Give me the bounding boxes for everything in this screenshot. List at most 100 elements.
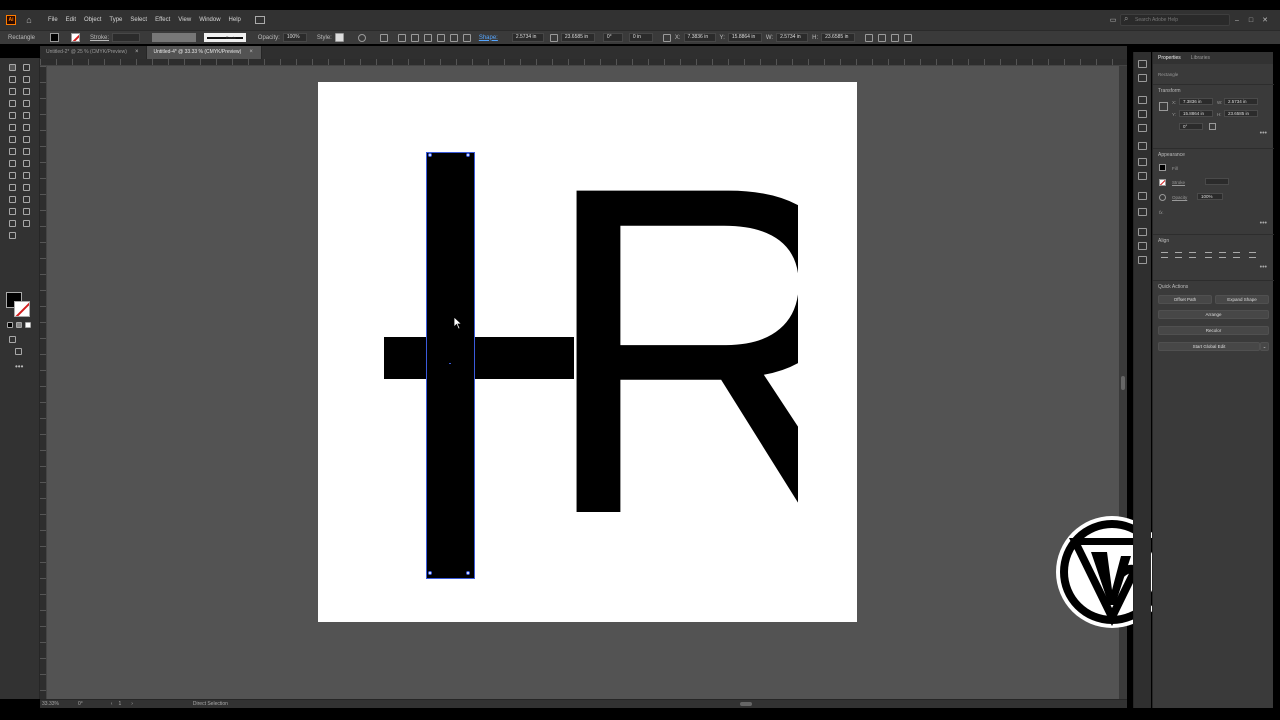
x-field[interactable]: 7.3836 in [1179,98,1213,105]
swatches-panel-icon[interactable] [1138,142,1147,150]
horizontal-ruler[interactable] [40,59,1127,66]
height-field[interactable]: 23.6585 in [821,33,856,42]
recolor-artwork-icon[interactable] [357,33,366,42]
control-menu-icon[interactable] [904,33,913,42]
select-similar-icon[interactable] [891,33,900,42]
variable-width-profile[interactable] [152,33,197,42]
pencil-tool-icon[interactable] [23,124,30,131]
selection-tool-icon[interactable] [9,64,16,71]
fill-swatch[interactable] [50,33,59,42]
align-bottom-icon[interactable] [462,33,471,42]
stroke-label[interactable]: Stroke [1172,180,1185,185]
horizontal-rectangle[interactable] [384,337,574,379]
vertical-ruler[interactable] [40,66,47,699]
transparency-panel-icon[interactable] [1138,192,1147,200]
brushes-panel-icon[interactable] [1138,96,1147,104]
prev-artboard-icon[interactable]: ‹ [111,701,113,707]
opacity-field[interactable]: 100% [1197,193,1223,200]
expand-shape-button[interactable]: Expand Shape [1215,295,1269,304]
align-left-icon[interactable] [1161,252,1168,258]
lasso-tool-icon[interactable] [23,76,30,83]
appearance-panel-icon[interactable] [1138,208,1147,216]
gradient-mode-icon[interactable] [16,322,22,328]
libraries-panel-icon[interactable] [1138,74,1147,82]
artboards-panel-icon[interactable] [1138,242,1147,250]
minimize-button[interactable]: – [1230,17,1244,24]
maximize-button[interactable]: □ [1244,17,1258,24]
anchor-point-top-right[interactable] [466,153,470,157]
letter-r-artwork[interactable]: R [538,172,798,512]
graphic-style-swatch[interactable] [334,33,344,42]
shape-builder-tool-icon[interactable] [23,160,30,167]
offset-path-button[interactable]: Offset Path [1158,295,1212,304]
rectangle-tool-icon[interactable] [9,112,16,119]
rotate-tool-icon[interactable] [23,136,30,143]
tab-close-icon[interactable]: × [135,46,139,59]
home-icon[interactable]: ⌂ [24,15,34,25]
tab-libraries[interactable]: Libraries [1186,55,1215,61]
slice-tool-icon[interactable] [9,220,16,227]
tab-properties[interactable]: Properties [1153,55,1186,61]
x-position-field[interactable]: 7.3836 in [683,33,716,42]
symbol-sprayer-tool-icon[interactable] [23,196,30,203]
corner-radius-field[interactable]: 0 in [628,33,653,42]
selected-vertical-rectangle[interactable] [426,152,475,579]
w-field[interactable]: 2.5734 in [1224,98,1258,105]
align-right-icon[interactable] [1189,252,1196,258]
graphic-styles-panel-icon[interactable] [1138,124,1147,132]
color-mode-icon[interactable] [7,322,13,328]
stroke-swatch[interactable] [1159,179,1166,186]
stroke-swatch[interactable] [71,33,80,42]
stroke-weight-field[interactable] [1205,178,1229,185]
transform-options-icon[interactable] [865,33,874,42]
curvature-tool-icon[interactable] [23,88,30,95]
width-tool-icon[interactable] [23,148,30,155]
opacity-label[interactable]: Opacity: [258,35,280,41]
column-graph-tool-icon[interactable] [9,208,16,215]
align-hcenter-icon[interactable] [1175,252,1182,258]
tab-close-icon[interactable]: × [249,46,253,59]
artboard-tool-icon[interactable] [23,208,30,215]
type-tool-icon[interactable] [9,100,16,107]
workspace-switcher-icon[interactable] [254,16,265,24]
free-transform-tool-icon[interactable] [9,160,16,167]
hand-tool-icon[interactable] [23,220,30,227]
transform-more-options-icon[interactable]: ••• [1260,130,1267,137]
symbols-panel-icon[interactable] [1138,110,1147,118]
blend-tool-icon[interactable] [9,196,16,203]
align-center-icon[interactable] [410,33,419,42]
stroke-weight-field[interactable] [112,33,141,42]
stroke-label[interactable]: Stroke: [90,35,109,41]
shape-height-field[interactable]: 23.6585 in [560,33,595,42]
gradient-panel-icon[interactable] [1138,172,1147,180]
scale-tool-icon[interactable] [9,148,16,155]
menu-object[interactable]: Object [84,17,101,23]
paintbrush-tool-icon[interactable] [23,112,30,119]
properties-panel-icon[interactable] [1138,60,1147,68]
zoom-level[interactable]: 33.33% [42,701,64,707]
current-tool-status[interactable]: Direct Selection [193,701,228,707]
align-to-icon[interactable] [379,33,388,42]
menu-effect[interactable]: Effect [155,17,170,23]
layers-panel-icon[interactable] [1138,228,1147,236]
h-field[interactable]: 23.6585 in [1224,110,1258,117]
stroke-color-icon[interactable] [14,301,30,317]
global-edit-options-dropdown[interactable]: ⌄ [1260,342,1269,351]
artboard[interactable]: R [318,82,857,622]
reference-point-icon[interactable] [662,33,671,42]
y-field[interactable]: 15.8864 in [1179,110,1213,117]
perspective-grid-tool-icon[interactable] [9,172,16,179]
anchor-point-bottom-right[interactable] [466,571,470,575]
flip-horizontal-icon[interactable] [1209,123,1216,130]
next-artboard-icon[interactable]: › [131,701,133,707]
align-to-selection-icon[interactable] [1249,252,1256,258]
shape-label[interactable]: Shape: [479,35,498,41]
eyedropper-tool-icon[interactable] [23,184,30,191]
align-right-icon[interactable] [423,33,432,42]
gradient-tool-icon[interactable] [9,184,16,191]
isolate-object-icon[interactable] [878,33,887,42]
y-position-field[interactable]: 15.8864 in [727,33,762,42]
menu-file[interactable]: File [48,17,58,23]
fill-swatch[interactable] [1159,164,1166,171]
shape-angle-field[interactable]: 0° [602,33,623,42]
